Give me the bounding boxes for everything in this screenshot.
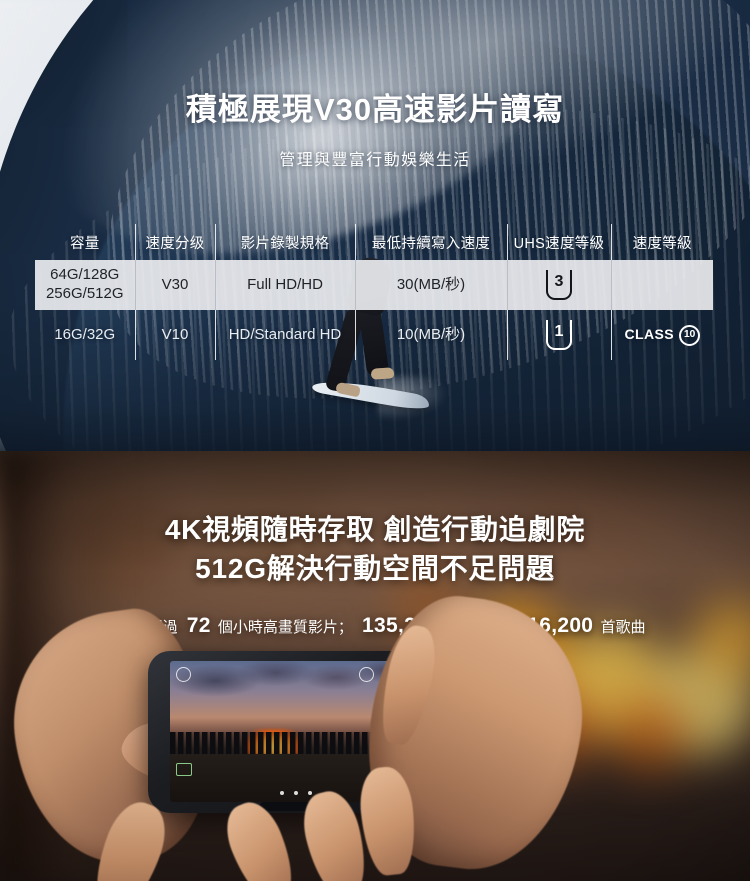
uhs-number: 3 xyxy=(554,273,564,290)
table-row: 16G/32G V10 HD/Standard HD 10(MB/秒) 1 CL… xyxy=(35,310,713,360)
table-row: 64G/128G 256G/512G V30 Full HD/HD 30(MB/… xyxy=(35,260,713,310)
cell-min-write: 30(MB/秒) xyxy=(355,260,508,310)
feature-heading-line-1: 4K視頻隨時存取 創造行動追劇院 xyxy=(164,514,586,545)
wave-hero-section: 積極展現V30高速影片讀寫 管理與豐富行動娛樂生活 容量 速度分级 影片錄製規格… xyxy=(0,0,750,451)
hero-heading: 積極展現V30高速影片讀寫 xyxy=(185,92,565,127)
speed-spec-table: 容量 速度分级 影片錄製規格 最低持續寫入速度 UHS速度等級 速度等級 64G… xyxy=(35,224,713,360)
stat-song-unit: 首歌曲 xyxy=(600,619,646,636)
feature-heading-line-2: 512G解決行動空間不足問題 xyxy=(195,552,555,584)
cell-uhs-grade: 3 xyxy=(507,260,612,310)
bokeh-hero-section: 4K視頻隨時存取 創造行動追劇院 512G解決行動空間不足問題 可存儲超過 72… xyxy=(0,451,750,881)
column-header-capacity: 容量 xyxy=(35,224,136,260)
cell-capacity: 64G/128G 256G/512G xyxy=(35,260,136,310)
pager-dot xyxy=(308,791,312,795)
screen-settings-icon xyxy=(176,667,191,682)
column-header-speed-class: 速度分级 xyxy=(135,224,216,260)
class-number-circle: 10 xyxy=(678,324,700,346)
screen-camera-icon xyxy=(176,763,192,776)
column-header-uhs-grade: UHS速度等級 xyxy=(507,224,612,260)
pager-dot xyxy=(280,791,284,795)
cell-uhs-grade: 1 xyxy=(507,310,612,360)
smartphone-in-hands-icon: ★ xyxy=(0,587,596,881)
cell-speed-grade xyxy=(611,260,713,310)
column-header-video-spec: 影片錄製規格 xyxy=(215,224,356,260)
class-label: CLASS xyxy=(624,326,674,343)
uhs-number: 1 xyxy=(554,323,564,340)
uhs-speed-class-3-icon: 3 xyxy=(546,270,572,300)
cell-capacity: 16G/32G xyxy=(35,310,136,360)
stat-video-unit: 個小時高畫質影片； xyxy=(217,619,353,636)
column-header-min-write: 最低持續寫入速度 xyxy=(355,224,508,260)
stat-video-hours: 72 xyxy=(186,614,211,637)
cell-video-spec: Full HD/HD xyxy=(215,260,356,310)
cell-speed-grade: CLASS 10 xyxy=(611,310,713,360)
surfer-front-foot xyxy=(370,367,395,380)
column-header-speed-grade: 速度等級 xyxy=(632,235,692,252)
cell-speed-class: V30 xyxy=(135,260,216,310)
screen-flash-icon xyxy=(359,667,374,682)
cell-min-write: 10(MB/秒) xyxy=(355,310,508,360)
pager-dot xyxy=(294,791,298,795)
feature-heading: 4K視頻隨時存取 創造行動追劇院 512G解決行動空間不足問題 xyxy=(0,511,750,588)
table-header-row: 容量 速度分级 影片錄製規格 最低持續寫入速度 UHS速度等級 速度等級 xyxy=(35,224,713,260)
class-10-badge-icon: CLASS 10 xyxy=(624,324,700,346)
uhs-speed-class-1-icon: 1 xyxy=(546,320,572,350)
capacity-line-1: 64G/128G xyxy=(50,266,120,284)
cell-speed-class: V10 xyxy=(135,310,216,360)
hero-subheading: 管理與豐富行動娛樂生活 xyxy=(279,152,471,169)
cell-video-spec: HD/Standard HD xyxy=(215,310,356,360)
capacity-line-2: 256G/512G xyxy=(45,285,124,302)
product-marketing-page: 積極展現V30高速影片讀寫 管理與豐富行動娛樂生活 容量 速度分级 影片錄製規格… xyxy=(0,0,750,881)
